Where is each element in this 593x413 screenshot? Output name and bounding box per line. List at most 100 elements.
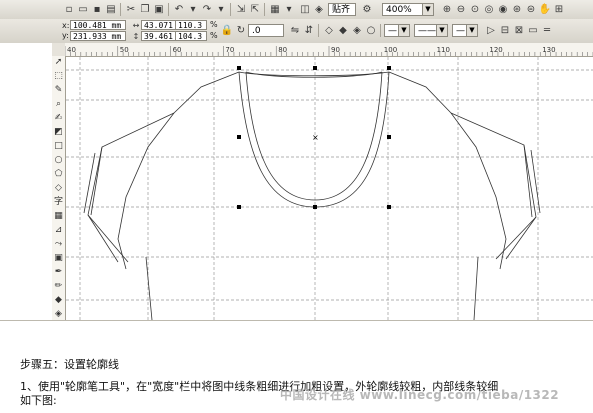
connector-tool-icon[interactable]: ⤳ <box>52 238 65 251</box>
percent-label-x: % <box>210 20 218 29</box>
to-front-icon[interactable]: ⊠ <box>512 24 526 37</box>
zoom-all-icon[interactable]: ◎ <box>482 3 496 16</box>
copy-icon[interactable]: ❐ <box>138 3 152 16</box>
toolbox: ➚ ⬚ ✎ ⌕ ✍ ◩ □ ○ ⬠ ◇ 字 ▦ ⊿ ⤳ ▣ ✒ ✏ ◆ ◈ <box>52 56 65 320</box>
fill-tool-icon[interactable]: ◆ <box>52 294 65 307</box>
zoom-level-select[interactable]: 400% ▼ <box>382 3 434 16</box>
redo-dropdown-icon[interactable]: ▾ <box>214 3 228 16</box>
cut-icon[interactable]: ✂ <box>124 3 138 16</box>
dropdown-arrow-icon[interactable]: ▾ <box>282 3 296 16</box>
basic-shapes-icon[interactable]: ◇ <box>52 182 65 195</box>
zoom-height-icon[interactable]: ⊜ <box>524 3 538 16</box>
tshirt-drawing: × <box>66 57 593 320</box>
center-marker: × <box>312 133 319 142</box>
pick-tool-icon[interactable]: ➚ <box>52 56 65 69</box>
ruler-tick-label: 110 <box>437 46 450 54</box>
interactive-fill-icon[interactable]: ◈ <box>52 308 65 320</box>
corel-online-icon[interactable]: ◈ <box>312 3 326 16</box>
paste-icon[interactable]: ▣ <box>152 3 166 16</box>
y-position-field[interactable]: 231.933 mm <box>70 31 126 41</box>
start-arrow-select[interactable]: — ▼ <box>384 24 410 37</box>
wrap-text-icon[interactable]: ▷ <box>484 24 498 37</box>
knife-tool-icon[interactable]: ✎ <box>52 84 65 97</box>
rotation-icon: ↻ <box>236 25 246 36</box>
interactive-blend-icon[interactable]: ▣ <box>52 252 65 265</box>
close-curve-icon[interactable]: ○ <box>364 24 378 37</box>
export-icon[interactable]: ⇱ <box>248 3 262 16</box>
zoom-value: 400% <box>386 5 412 15</box>
open-icon[interactable]: ▭ <box>76 3 90 16</box>
outline-width-icon[interactable]: ═ <box>540 24 554 37</box>
redo-icon[interactable]: ↷ <box>200 3 214 16</box>
ruler-tick-label: 120 <box>489 46 502 54</box>
ellipse-tool-icon[interactable]: ○ <box>52 154 65 167</box>
end-arrow-select[interactable]: — ▼ <box>452 24 478 37</box>
zoom-selected-icon[interactable]: ⊙ <box>468 3 482 16</box>
chevron-down-icon[interactable]: ▼ <box>422 4 433 15</box>
to-back-icon[interactable]: ▭ <box>526 24 540 37</box>
options-icon[interactable]: ⚙ <box>360 3 374 16</box>
rotation-angle-field[interactable]: .0 <box>248 24 284 37</box>
scale-x-value: 110.3 <box>178 21 203 30</box>
scale-y-value: 104.3 <box>178 32 203 41</box>
scale-y-field[interactable]: 104.3 <box>175 31 207 41</box>
line-style-preview: —— <box>418 26 436 36</box>
mirror-vertical-icon[interactable]: ⇵ <box>302 24 316 37</box>
zoom-tool-icon[interactable]: ⌕ <box>52 98 65 111</box>
line-style-select[interactable]: —— ▼ <box>414 24 448 37</box>
ruler-origin[interactable] <box>52 43 66 57</box>
node-icon[interactable]: ◇ <box>322 24 336 37</box>
node-icon-2[interactable]: ◆ <box>336 24 350 37</box>
freehand-tool-icon[interactable]: ✍ <box>52 112 65 125</box>
line-start-preview: — <box>388 26 397 36</box>
welcome-screen-icon[interactable]: ◫ <box>298 3 312 16</box>
save-icon[interactable]: ▪ <box>90 3 104 16</box>
ruler-tick-label: 100 <box>384 46 397 54</box>
rotation-angle-value: .0 <box>252 26 261 36</box>
ruler-tick-label: 40 <box>67 46 76 54</box>
print-icon[interactable]: ▤ <box>104 3 118 16</box>
undo-icon[interactable]: ↶ <box>172 3 186 16</box>
eyedropper-icon[interactable]: ✒ <box>52 266 65 279</box>
shape-tool-icon[interactable]: ⬚ <box>52 70 65 83</box>
horizontal-ruler[interactable]: 40 50 60 70 80 90 100 110 120 130 <box>64 43 593 57</box>
chevron-down-icon[interactable]: ▼ <box>398 25 409 36</box>
zoom-page-icon[interactable]: ◉ <box>496 3 510 16</box>
polygon-tool-icon[interactable]: ⬠ <box>52 168 65 181</box>
snap-label: 贴齐 <box>332 5 351 15</box>
chevron-down-icon[interactable]: ▼ <box>466 25 477 36</box>
break-apart-icon[interactable]: ⊟ <box>498 24 512 37</box>
scale-x-field[interactable]: 110.3 <box>175 20 207 30</box>
zoom-out-icon[interactable]: ⊖ <box>454 3 468 16</box>
outline-pen-icon[interactable]: ✏ <box>52 280 65 293</box>
drawing-canvas[interactable]: × <box>66 57 593 320</box>
snap-to-dropdown[interactable]: 贴齐 <box>328 3 356 16</box>
application-launcher-icon[interactable]: ▦ <box>268 3 282 16</box>
table-tool-icon[interactable]: ▦ <box>52 210 65 223</box>
zoom-width-icon[interactable]: ⊛ <box>510 3 524 16</box>
guidelines <box>66 57 593 320</box>
import-icon[interactable]: ⇲ <box>234 3 248 16</box>
lock-ratio-icon[interactable]: 🔒 <box>220 24 234 37</box>
pan-icon[interactable]: ✋ <box>538 3 552 16</box>
ruler-tick-label: 130 <box>542 46 555 54</box>
zoom-in-icon[interactable]: ⊕ <box>440 3 454 16</box>
new-document-icon[interactable]: ▫ <box>62 3 76 16</box>
x-label: x: <box>62 21 70 30</box>
text-tool-icon[interactable]: 字 <box>52 196 65 209</box>
mirror-horizontal-icon[interactable]: ⇋ <box>288 24 302 37</box>
line-end-preview: — <box>456 26 465 36</box>
ruler-tick-label: 60 <box>173 46 182 54</box>
node-icon-3[interactable]: ◈ <box>350 24 364 37</box>
options-icon-2[interactable]: ⊞ <box>552 3 566 16</box>
y-position-value: 231.933 mm <box>73 32 122 41</box>
tshirt-outline <box>83 71 541 320</box>
ruler-tick-label: 80 <box>278 46 287 54</box>
smart-fill-icon[interactable]: ◩ <box>52 126 65 139</box>
chevron-down-icon[interactable]: ▼ <box>436 25 447 36</box>
dimension-tool-icon[interactable]: ⊿ <box>52 224 65 237</box>
x-position-field[interactable]: 100.481 mm <box>70 20 126 30</box>
undo-dropdown-icon[interactable]: ▾ <box>186 3 200 16</box>
left-margin <box>0 43 52 320</box>
rectangle-tool-icon[interactable]: □ <box>52 140 65 153</box>
